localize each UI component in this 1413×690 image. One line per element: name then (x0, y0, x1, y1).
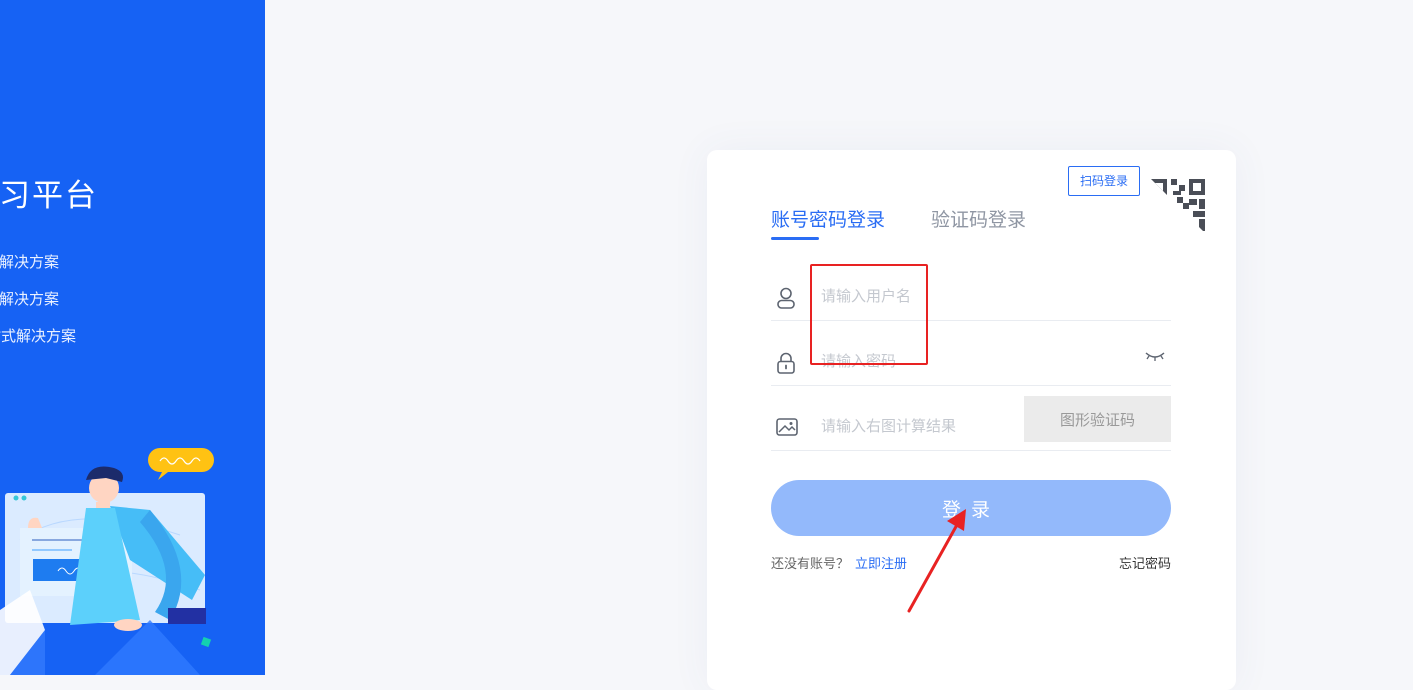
feature-item: 式解决方案 (0, 253, 60, 271)
register-link[interactable]: 立即注册 (855, 557, 907, 572)
brand-title: 学习平台 (0, 178, 98, 214)
forgot-password-link[interactable]: 忘记密码 (1119, 553, 1171, 572)
brand-panel: 学习平台 式解决方案 式解决方案 站式解决方案 (0, 0, 265, 675)
tab-code-login[interactable]: 验证码登录 (931, 205, 1026, 232)
login-card: 账号密码登录 验证码登录 扫码登录 请输入用户名 请输入右图计算结果 图形验证码… (707, 150, 1236, 690)
login-button[interactable]: 登录 (771, 480, 1171, 536)
no-account-text: 还没有账号？ (771, 557, 850, 572)
eye-closed-icon[interactable] (1145, 350, 1165, 362)
password-input[interactable] (819, 345, 1063, 377)
user-icon (777, 287, 795, 309)
password-field (771, 333, 1171, 386)
image-icon (776, 418, 798, 436)
tab-password-login[interactable]: 账号密码登录 (771, 205, 885, 240)
username-field (771, 268, 1171, 321)
captcha-input[interactable] (819, 410, 1013, 442)
lock-icon (777, 352, 795, 374)
account-links: 还没有账号？ 立即注册 忘记密码 (771, 553, 1171, 572)
captcha-field: 图形验证码 (771, 396, 1171, 451)
feature-item: 站式解决方案 (0, 327, 77, 345)
qr-code-icon[interactable] (1149, 177, 1207, 235)
login-tabs: 账号密码登录 验证码登录 (771, 205, 1026, 240)
username-input[interactable] (819, 280, 1063, 312)
captcha-image-button[interactable]: 图形验证码 (1024, 396, 1171, 442)
illustration (0, 448, 214, 675)
qr-login-tooltip[interactable]: 扫码登录 (1068, 166, 1140, 196)
feature-item: 式解决方案 (0, 290, 60, 308)
